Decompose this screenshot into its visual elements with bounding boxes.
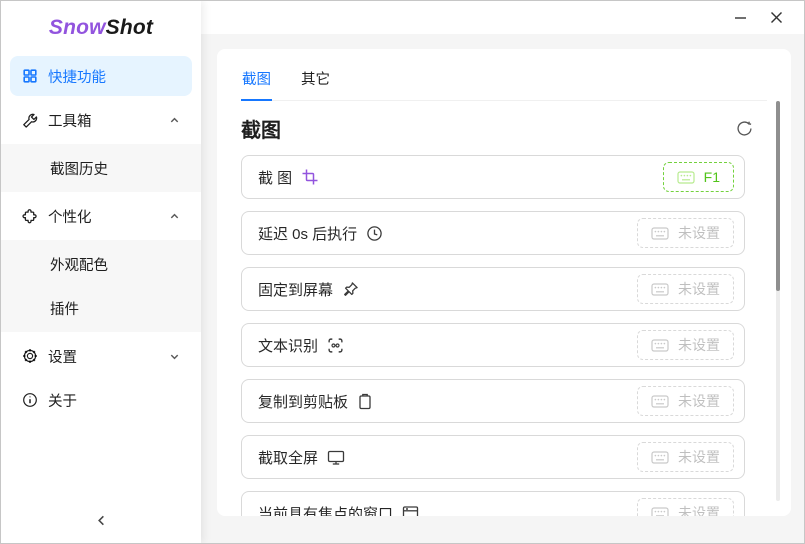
keyboard-icon (677, 170, 695, 185)
hotkey-button[interactable]: 未设置 (637, 274, 734, 304)
sidebar-item-appearance-colors[interactable]: 外观配色 (10, 244, 192, 284)
ocr-scan-icon (327, 337, 344, 354)
keyboard-icon (651, 282, 669, 297)
function-label: 文本识别 (258, 335, 344, 356)
titlebar (201, 1, 804, 34)
function-label: 固定到屏幕 (258, 279, 359, 300)
function-label-text: 复制到剪贴板 (258, 391, 348, 412)
clock-icon (366, 225, 383, 242)
scrollbar-thumb[interactable] (776, 101, 780, 291)
sidebar-item-plugins[interactable]: 插件 (10, 288, 192, 328)
keyboard-icon (651, 450, 669, 465)
function-label: 当前具有焦点的窗口 (258, 503, 419, 517)
function-row-text-recognition: 文本识别 (241, 323, 745, 367)
hotkey-text: 未设置 (678, 503, 720, 516)
section-header: 截图 (241, 114, 767, 142)
sidebar-item-label: 外观配色 (50, 254, 108, 275)
sidebar-item-about[interactable]: 关于 (10, 380, 192, 420)
function-row-screenshot: 截 图 (241, 155, 745, 199)
refresh-icon[interactable] (736, 120, 753, 137)
hotkey-button[interactable]: 未设置 (637, 498, 734, 516)
crop-icon (301, 168, 319, 186)
function-label-text: 固定到屏幕 (258, 279, 333, 300)
hotkey-text: 未设置 (678, 391, 720, 411)
toolbox-submenu: 截图历史 (1, 144, 201, 192)
window-icon (402, 505, 419, 516)
function-label: 延迟 0s 后执行 (258, 223, 383, 244)
hotkey-button[interactable]: 未设置 (637, 442, 734, 472)
app-window: SnowShot 快捷功能 工具箱 (0, 0, 805, 544)
keyboard-icon (651, 226, 669, 241)
hotkey-text: 未设置 (678, 447, 720, 467)
hotkey-text: F1 (704, 169, 720, 185)
appstore-grid-icon (22, 68, 38, 84)
hotkey-button[interactable]: F1 (663, 162, 734, 192)
personalization-submenu: 外观配色 插件 (1, 240, 201, 332)
function-row-pin-to-screen: 固定到屏幕 (241, 267, 745, 311)
pin-icon (342, 281, 359, 298)
app-logo: SnowShot (1, 1, 201, 56)
logo-text-snow: Snow (49, 16, 106, 39)
function-list: 截 图 (241, 155, 767, 516)
content-card: 截图 其它 截图 截 图 (217, 49, 791, 516)
gear-icon (22, 348, 38, 364)
function-label: 截取全屏 (258, 447, 345, 468)
sidebar-collapse-button[interactable] (1, 505, 201, 535)
minimize-button[interactable] (722, 1, 758, 34)
function-row-capture-fullscreen: 截取全屏 (241, 435, 745, 479)
tab-other[interactable]: 其它 (300, 59, 331, 101)
clipboard-icon (357, 393, 373, 410)
sidebar-item-personalization[interactable]: 个性化 (10, 196, 192, 236)
function-label: 复制到剪贴板 (258, 391, 373, 412)
sidebar-item-label: 快捷功能 (48, 66, 106, 87)
sidebar-menu: 快捷功能 工具箱 截图历史 (1, 56, 201, 420)
keyboard-icon (651, 394, 669, 409)
page-title: 截图 (241, 114, 281, 143)
sidebar-item-screenshot-history[interactable]: 截图历史 (10, 148, 192, 188)
sidebar-item-label: 关于 (48, 390, 77, 411)
function-row-delay-execute: 延迟 0s 后执行 (241, 211, 745, 255)
chevron-down-icon (169, 351, 180, 362)
function-label-text: 截 图 (258, 167, 292, 188)
hotkey-button[interactable]: 未设置 (637, 330, 734, 360)
hotkey-text: 未设置 (678, 335, 720, 355)
function-row-copy-to-clipboard: 复制到剪贴板 (241, 379, 745, 423)
function-row-focused-window: 当前具有焦点的窗口 (241, 491, 745, 516)
hotkey-button[interactable]: 未设置 (637, 386, 734, 416)
function-label-text: 当前具有焦点的窗口 (258, 503, 393, 517)
tab-bar: 截图 其它 (241, 59, 767, 101)
chevron-left-icon (95, 514, 108, 527)
wrench-icon (22, 112, 38, 128)
content-background: 截图 其它 截图 截 图 (201, 34, 804, 543)
sidebar-item-settings[interactable]: 设置 (10, 336, 192, 376)
logo-text-shot: Shot (106, 16, 153, 39)
hotkey-button[interactable]: 未设置 (637, 218, 734, 248)
chevron-up-icon (169, 211, 180, 222)
sidebar-item-label: 个性化 (48, 206, 92, 227)
hotkey-text: 未设置 (678, 223, 720, 243)
keyboard-icon (651, 506, 669, 517)
puzzle-icon (22, 208, 38, 224)
tab-screenshot[interactable]: 截图 (241, 59, 272, 101)
function-label-text: 延迟 0s 后执行 (258, 223, 357, 244)
chevron-up-icon (169, 115, 180, 126)
sidebar: SnowShot 快捷功能 工具箱 (1, 1, 201, 543)
info-circle-icon (22, 392, 38, 408)
close-button[interactable] (758, 1, 794, 34)
function-label: 截 图 (258, 167, 319, 188)
keyboard-icon (651, 338, 669, 353)
sidebar-item-label: 工具箱 (48, 110, 92, 131)
sidebar-item-toolbox[interactable]: 工具箱 (10, 100, 192, 140)
sidebar-item-label: 截图历史 (50, 158, 108, 179)
function-label-text: 文本识别 (258, 335, 318, 356)
function-label-text: 截取全屏 (258, 447, 318, 468)
monitor-icon (327, 449, 345, 466)
hotkey-text: 未设置 (678, 279, 720, 299)
sidebar-item-label: 设置 (48, 346, 77, 367)
sidebar-item-label: 插件 (50, 298, 79, 319)
sidebar-item-quick-functions[interactable]: 快捷功能 (10, 56, 192, 96)
main-area: 截图 其它 截图 截 图 (201, 1, 804, 543)
